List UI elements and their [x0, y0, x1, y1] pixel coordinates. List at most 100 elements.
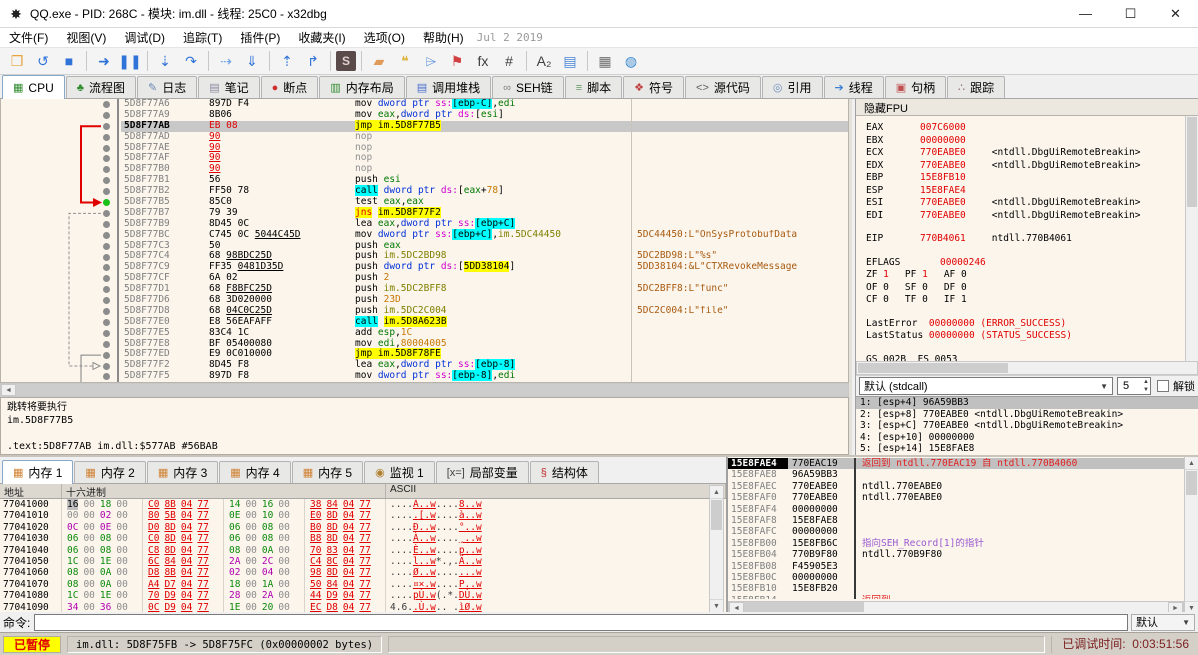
memory-row[interactable]: 77041040 06 00 08 00 C8 8D 04 77 08 00 0A 00 70 83 04 77… — [0, 544, 726, 556]
world-icon[interactable]: ◍ — [619, 50, 643, 72]
menu-item-i[interactable]: 收藏夹(I) — [289, 27, 354, 48]
menu-item-d[interactable]: 调试(D) — [115, 27, 174, 48]
argument-row[interactable]: 5: [esp+14] 15E8FAE8 — [856, 443, 1198, 455]
last-status-row[interactable]: LastError 00000000 (ERROR_SUCCESS) — [866, 318, 1198, 331]
memory-row[interactable]: 77041020 0C 00 0E 00 D0 8D 04 77 06 00 08 00 B0 8D 04 77… — [0, 521, 726, 534]
execute-till-return-icon[interactable]: ⇡ — [275, 50, 299, 72]
last-status-row[interactable]: LastStatus 00000000 (STATUS_SUCCESS) — [866, 330, 1198, 343]
memory-row[interactable]: 77041070 08 00 0A 00 A4 D7 04 77 18 00 1A 00 50 84 04 77… — [0, 578, 726, 591]
tab-句柄[interactable]: ▣ 句柄 — [884, 76, 947, 98]
tab-内存布局[interactable]: ▥ 内存布局 — [319, 76, 405, 98]
labels-icon[interactable]: ⌲ — [419, 50, 443, 72]
tab-seh链[interactable]: ∞ SEH链 — [492, 76, 564, 98]
stack-row[interactable]: 15E8FB08 F45905E3 — [728, 560, 1184, 572]
tab-断点[interactable]: ● 断点 — [260, 76, 319, 98]
command-scope-select[interactable]: 默认 ▼ — [1131, 613, 1195, 631]
hide-fpu-button[interactable]: 隐藏FPU — [856, 99, 1198, 116]
registers-view[interactable]: EAX 007C6000 EBX 00000000 ECX 770EABE0 <ntdll.… — [856, 116, 1198, 361]
jump-target-dot[interactable] — [103, 199, 110, 207]
stack-row[interactable]: 15E8FAF0 770EABE0 ntdll.770EABE0 — [728, 492, 1184, 504]
breakpoint-dot[interactable] — [103, 253, 110, 261]
tab-线程[interactable]: ➔ 线程 — [823, 76, 884, 98]
step-into-icon[interactable]: ⇣ — [153, 50, 177, 72]
register-row[interactable]: ESP 15E8FAE4 — [866, 185, 1198, 198]
argument-row[interactable]: 4: [esp+10] 00000000 — [856, 432, 1198, 444]
stack-row[interactable]: 15E8FAF4 00000000 — [728, 503, 1184, 515]
segment-registers-row[interactable]: GS 002B FS 0053 — [866, 354, 1198, 362]
dump-tab-内存2[interactable]: ▦ 内存 2 — [74, 461, 146, 483]
dump-vscrollbar[interactable]: ▲ ▼ — [709, 485, 724, 613]
comments-icon[interactable]: ❝ — [393, 50, 417, 72]
register-row[interactable]: EAX 007C6000 — [866, 122, 1198, 135]
scroll-thumb[interactable] — [16, 384, 848, 396]
memory-row[interactable]: 77041060 08 00 0A 00 D8 8B 04 77 02 00 04 00 98 8D 04 77… — [0, 567, 726, 579]
disasm-row[interactable]: 5D8F77BC C745 0C 5044C45D mov dword ptr ss… — [121, 228, 848, 241]
stack-row[interactable]: 15E8FB0C 00000000 — [728, 571, 1184, 584]
snowman-icon[interactable]: # — [497, 50, 521, 72]
patches-icon[interactable]: ▰ — [367, 50, 391, 72]
menu-item-t[interactable]: 追踪(T) — [174, 27, 231, 48]
scroll-thumb[interactable] — [711, 500, 722, 530]
disasm-row[interactable]: 5D8F77AE 90 nop — [121, 142, 848, 154]
tab-cpu[interactable]: ▦ CPU — [2, 75, 65, 99]
menu-item-h[interactable]: 帮助(H) — [414, 27, 473, 48]
modules-icon[interactable]: ▤ — [558, 50, 582, 72]
breakpoint-dot[interactable] — [103, 308, 110, 316]
register-row[interactable]: ECX 770EABE0 <ntdll.DbgUiRemoteBreakin> — [866, 147, 1198, 160]
scroll-up-icon[interactable]: ▲ — [1185, 457, 1198, 470]
dump-tab-内存3[interactable]: ▦ 内存 3 — [146, 461, 219, 483]
assemble-icon[interactable]: A₂ — [532, 50, 556, 72]
menu-item-p[interactable]: 插件(P) — [231, 27, 289, 48]
maximize-button[interactable]: ☐ — [1108, 0, 1153, 28]
disasm-row[interactable]: 5D8F77AF 90 nop — [121, 153, 848, 165]
register-row[interactable]: EBP 15E8FB10 — [866, 172, 1198, 185]
tab-跟踪[interactable]: ∴ 跟踪 — [947, 76, 1006, 98]
column-header-hex[interactable]: 十六进制 — [62, 484, 386, 499]
register-row[interactable]: ESI 770EABE0 <ntdll.DbgUiRemoteBreakin> — [866, 197, 1198, 210]
breakpoint-dot[interactable] — [103, 100, 110, 108]
breakpoint-dot[interactable] — [103, 231, 110, 239]
restart-icon[interactable]: ↺ — [31, 50, 55, 72]
step-out-icon[interactable]: ⇓ — [240, 50, 264, 72]
breakpoint-dot[interactable] — [103, 351, 110, 359]
dump-tab-局部变量[interactable]: [x=] 局部变量 — [435, 461, 529, 483]
dump-tab-内存1[interactable]: ▦ 内存 1 — [2, 460, 74, 484]
stop-icon[interactable]: ■ — [57, 50, 81, 72]
memory-row[interactable]: 77041050 1C 00 1E 00 6C 84 04 77 2A 00 2C 00 C4 8C 04 77… — [0, 555, 726, 568]
dump-tab-结构体[interactable]: § 结构体 — [529, 461, 599, 483]
tab-流程图[interactable]: ♣ 流程图 — [65, 76, 136, 98]
scroll-up-icon[interactable]: ▲ — [710, 486, 723, 499]
stack-rows[interactable]: 15E8FAE4 770EAC19 返回到 ntdll.770EAC19 自 ntd… — [728, 458, 1184, 600]
calculator-icon[interactable]: ▦ — [593, 50, 617, 72]
menu-item-v[interactable]: 视图(V) — [57, 27, 115, 48]
tab-符号[interactable]: ❖ 符号 — [623, 76, 685, 98]
breakpoint-dot[interactable] — [103, 318, 110, 326]
scroll-thumb[interactable] — [1186, 471, 1197, 495]
menu-item-o[interactable]: 选项(O) — [355, 27, 414, 48]
pause-icon[interactable]: ❚❚ — [118, 50, 142, 72]
stack-row[interactable]: 15E8FAFC 00000000 — [728, 526, 1184, 538]
scroll-left-icon[interactable]: ◄ — [1, 384, 16, 396]
breakpoint-dot[interactable] — [103, 133, 110, 141]
open-file-icon[interactable]: ❒ — [5, 50, 29, 72]
disasm-row[interactable]: 5D8F77AB EB 08 jmp im.5D8F77B5 — [121, 119, 848, 132]
menu-item-f[interactable]: 文件(F) — [0, 27, 57, 48]
flags-row[interactable]: ZF 1 PF 1 AF 0 — [866, 269, 1198, 282]
dump-tab-监视1[interactable]: ◉ 监视 1 — [364, 461, 435, 483]
run-icon[interactable]: ➜ — [92, 50, 116, 72]
stack-row[interactable]: 15E8FAF8 15E8FAE8 — [728, 514, 1184, 527]
minimize-button[interactable]: — — [1063, 0, 1108, 28]
command-input[interactable] — [34, 613, 1128, 631]
breakpoint-dot[interactable] — [103, 209, 110, 217]
register-row[interactable]: EDX 770EABE0 <ntdll.DbgUiRemoteBreakin> — [866, 160, 1198, 173]
tab-源代码[interactable]: <> 源代码 — [685, 76, 761, 98]
run-to-user-code-icon[interactable]: ↱ — [301, 50, 325, 72]
breakpoint-dot[interactable] — [103, 111, 110, 119]
close-button[interactable]: ✕ — [1153, 0, 1198, 28]
spinner-arrows-icon[interactable]: ▲ ▼ — [1143, 378, 1149, 394]
flags-row[interactable]: OF 0 SF 0 DF 0 — [866, 282, 1198, 295]
argument-depth-stepper[interactable]: 5 ▲ ▼ — [1117, 377, 1151, 395]
dump-tab-内存4[interactable]: ▦ 内存 4 — [219, 461, 291, 483]
registers-vscrollbar[interactable] — [1185, 116, 1198, 361]
breakpoint-dot[interactable] — [103, 242, 110, 250]
